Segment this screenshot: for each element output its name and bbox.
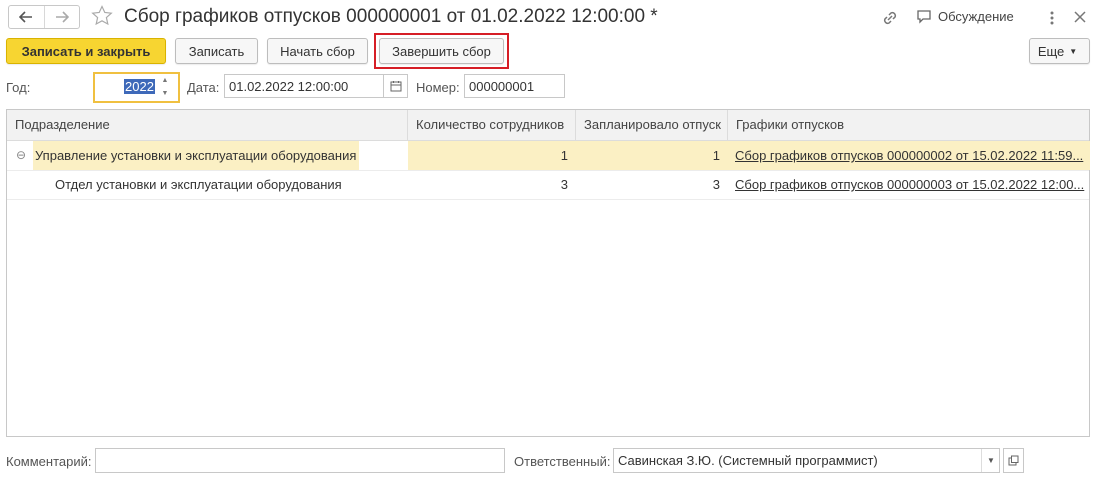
close-icon[interactable]: [1072, 8, 1088, 26]
calendar-button[interactable]: [383, 74, 408, 98]
schedule-link[interactable]: Сбор графиков отпусков 000000002 от 15.0…: [735, 141, 1085, 170]
responsible-value: Савинская З.Ю. (Системный программист): [618, 453, 878, 468]
date-value: 01.02.2022 12:00:00: [229, 78, 349, 94]
date-label: Дата:: [187, 80, 220, 95]
discussion-label: Обсуждение: [938, 8, 1014, 24]
date-field[interactable]: 01.02.2022 12:00:00: [224, 74, 384, 98]
number-value: 000000001: [469, 78, 535, 94]
column-header-planned[interactable]: Запланировало отпуск: [576, 110, 728, 140]
department-cell: Управление установки и эксплуатации обор…: [35, 148, 357, 163]
forward-button[interactable]: [43, 6, 80, 28]
link-icon[interactable]: [880, 8, 900, 28]
table-row[interactable]: ⊖ Управление установки и эксплуатации об…: [7, 141, 1090, 171]
employees-cell: 3: [560, 177, 568, 192]
column-header-department[interactable]: Подразделение: [7, 110, 408, 140]
departments-table[interactable]: Подразделение Количество сотрудников Зап…: [6, 109, 1090, 437]
planned-cell: 3: [712, 177, 720, 192]
column-header-employees[interactable]: Количество сотрудников: [408, 110, 576, 140]
year-stepper[interactable]: ▲ ▼: [157, 77, 173, 97]
more-button[interactable]: Еще ▼: [1029, 38, 1090, 64]
year-label: Год:: [6, 80, 31, 95]
open-window-icon: [1008, 455, 1019, 466]
open-responsible-button[interactable]: [1003, 448, 1024, 473]
table-header: Подразделение Количество сотрудников Зап…: [7, 110, 1089, 141]
dropdown-arrow-icon: ▼: [987, 456, 995, 465]
comment-label: Комментарий:: [6, 454, 92, 469]
schedule-link[interactable]: Сбор графиков отпусков 000000003 от 15.0…: [735, 170, 1085, 199]
calendar-icon: [390, 81, 401, 92]
save-and-close-button[interactable]: Записать и закрыть: [6, 38, 166, 64]
responsible-label: Ответственный:: [514, 454, 611, 469]
collapse-group-icon[interactable]: ⊖: [16, 141, 30, 170]
employees-cell: 1: [560, 148, 568, 163]
stepper-down-icon[interactable]: ▼: [162, 90, 169, 97]
favorite-star-icon[interactable]: [90, 4, 114, 28]
arrow-left-icon: [19, 11, 33, 23]
arrow-right-icon: [55, 11, 69, 23]
dropdown-arrow-icon: ▼: [1069, 46, 1078, 56]
finish-collection-button[interactable]: Завершить сбор: [379, 38, 504, 64]
chat-bubble-icon: [917, 10, 931, 24]
more-label: Еще: [1037, 43, 1065, 59]
schedule-link-text[interactable]: Сбор графиков отпусков 000000003 от 15.0…: [735, 177, 1084, 192]
comment-input[interactable]: [95, 448, 505, 473]
responsible-dropdown-button[interactable]: ▼: [981, 449, 1000, 472]
year-value[interactable]: 2022: [124, 79, 155, 94]
back-button[interactable]: [9, 6, 44, 28]
table-row[interactable]: Отдел установки и эксплуатации оборудова…: [7, 170, 1089, 200]
planned-cell: 1: [712, 148, 720, 163]
start-collection-button[interactable]: Начать сбор: [267, 38, 368, 64]
stepper-up-icon[interactable]: ▲: [162, 77, 169, 84]
more-menu-icon[interactable]: [1046, 8, 1058, 28]
department-cell: Отдел установки и эксплуатации оборудова…: [55, 177, 342, 192]
page-title: Сбор графиков отпусков 000000001 от 01.0…: [124, 6, 658, 27]
number-field[interactable]: 000000001: [464, 74, 565, 98]
save-button[interactable]: Записать: [175, 38, 258, 64]
discussion-button[interactable]: Обсуждение: [916, 8, 1014, 24]
number-label: Номер:: [416, 80, 460, 95]
column-header-schedules[interactable]: Графики отпусков: [728, 110, 1090, 140]
navigation-buttons: [8, 5, 80, 29]
schedule-link-text[interactable]: Сбор графиков отпусков 000000002 от 15.0…: [735, 148, 1083, 163]
